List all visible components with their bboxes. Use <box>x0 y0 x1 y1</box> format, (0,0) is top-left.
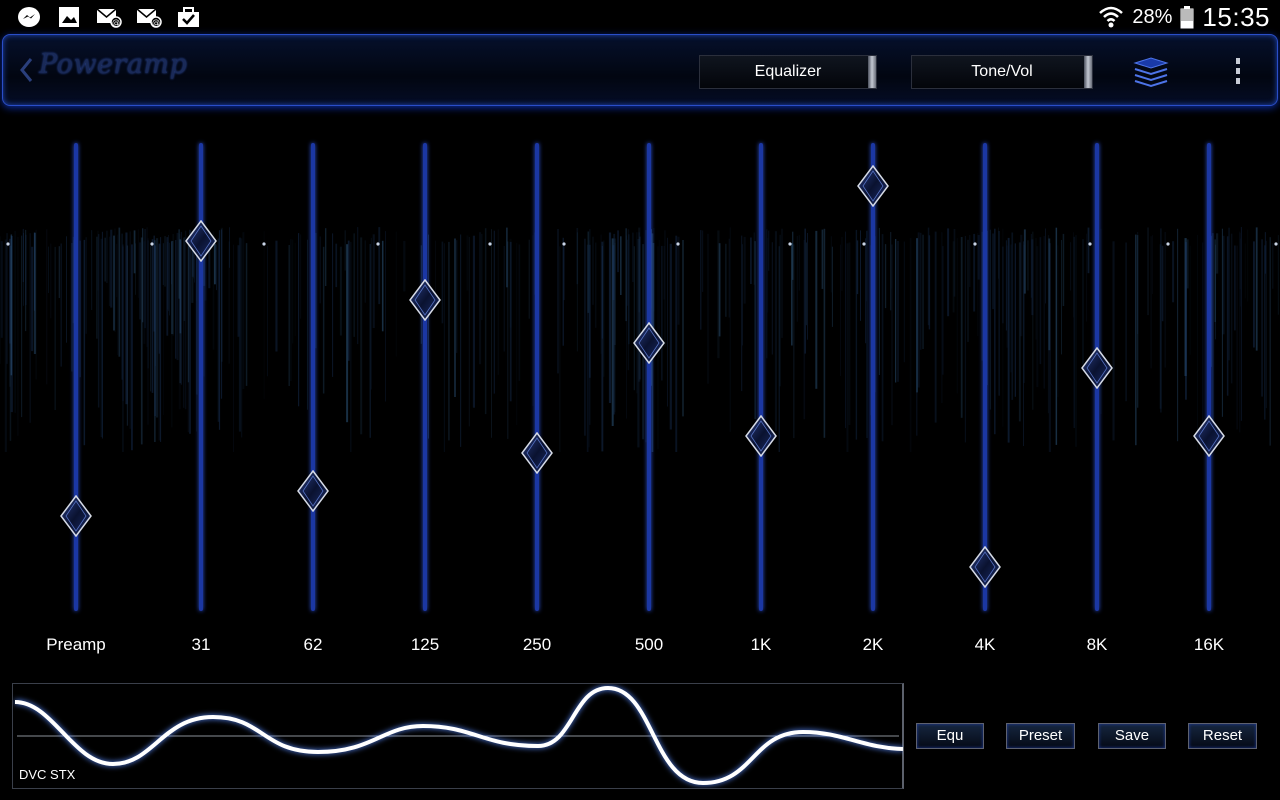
eq-band-label: 16K <box>1193 635 1225 654</box>
eq-slider-knob[interactable] <box>632 321 666 364</box>
clipboard-check-icon <box>178 7 199 27</box>
eq-slider-track[interactable] <box>74 143 78 611</box>
email-icon: @ <box>96 8 122 28</box>
eq-band-label: 8K <box>1086 635 1108 654</box>
eq-slider-track[interactable] <box>423 143 427 611</box>
battery-icon <box>1180 6 1194 29</box>
eq-slider-knob[interactable] <box>1080 347 1114 390</box>
eq-slider-knob[interactable] <box>59 495 93 538</box>
svg-text:@: @ <box>152 18 160 27</box>
back-chevron-icon[interactable] <box>15 55 37 85</box>
svg-text:@: @ <box>112 18 120 27</box>
eq-band-label: 31 <box>191 635 211 654</box>
eq-slider-knob[interactable] <box>520 431 554 474</box>
eq-slider-knob[interactable] <box>744 414 778 457</box>
eq-curve-graph <box>14 685 903 786</box>
eq-band-label: 2K <box>862 635 884 654</box>
eq-slider-knob[interactable] <box>296 469 330 512</box>
wifi-icon <box>1099 6 1124 28</box>
clock: 15:35 <box>1202 1 1270 32</box>
eq-response-curve: DVC STX <box>12 683 904 789</box>
tab-equalizer[interactable]: Equalizer <box>699 55 877 89</box>
eq-slider-track[interactable] <box>535 143 539 611</box>
app-bar: Poweramp Equalizer Tone/Vol <box>2 34 1278 106</box>
reset-button[interactable]: Reset <box>1188 723 1257 749</box>
eq-slider-track[interactable] <box>983 143 987 611</box>
eq-band-label: Preamp <box>46 635 106 654</box>
tab-tone-vol[interactable]: Tone/Vol <box>911 55 1093 89</box>
eq-slider-knob[interactable] <box>968 545 1002 588</box>
eq-band-label: 500 <box>634 635 664 654</box>
eq-band-label: 1K <box>750 635 772 654</box>
eq-slider-track[interactable] <box>199 143 203 611</box>
eq-band-label: 4K <box>974 635 996 654</box>
status-bar: @ @ 28% 15:35 <box>0 0 1280 34</box>
eq-slider-knob[interactable] <box>856 165 890 208</box>
equ-button[interactable]: Equ <box>916 723 984 749</box>
eq-slider-knob[interactable] <box>1192 414 1226 457</box>
eq-slider-knob[interactable] <box>184 220 218 263</box>
eq-band-label: 125 <box>410 635 440 654</box>
preset-button[interactable]: Preset <box>1006 723 1075 749</box>
eq-slider-track[interactable] <box>871 143 875 611</box>
eq-slider-knob[interactable] <box>408 279 442 322</box>
library-icon[interactable] <box>1131 55 1171 89</box>
overflow-menu-icon[interactable] <box>1231 55 1245 89</box>
eq-slider-track[interactable] <box>647 143 651 611</box>
save-button[interactable]: Save <box>1098 723 1166 749</box>
eq-slider-track[interactable] <box>311 143 315 611</box>
curve-label: DVC STX <box>19 767 76 782</box>
eq-band-label: 250 <box>522 635 552 654</box>
email-icon: @ <box>136 8 162 28</box>
battery-percentage: 28% <box>1132 5 1173 28</box>
gallery-icon <box>59 7 79 27</box>
eq-slider-track[interactable] <box>759 143 763 611</box>
messenger-icon <box>18 7 40 27</box>
eq-slider-track[interactable] <box>1207 143 1211 611</box>
app-logo: Poweramp <box>39 49 188 80</box>
eq-band-label: 62 <box>303 635 323 654</box>
